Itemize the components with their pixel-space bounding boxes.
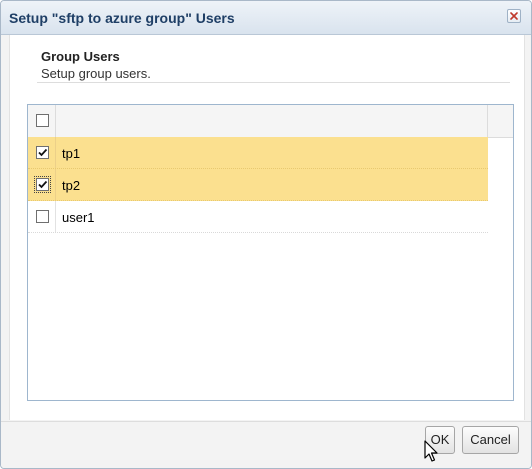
user-name: tp2: [62, 178, 81, 193]
section-divider: [37, 82, 510, 83]
user-checkbox[interactable]: [34, 176, 51, 193]
user-checkbox[interactable]: [36, 146, 49, 159]
user-name: user1: [62, 210, 95, 225]
setup-users-dialog: Setup "sftp to azure group" Users Group …: [0, 0, 532, 469]
user-row[interactable]: user1: [28, 201, 488, 233]
row-check-cell: [28, 169, 56, 200]
dialog-footer: OK Cancel: [1, 421, 531, 468]
section-subtitle: Setup group users.: [41, 66, 151, 81]
section-title: Group Users: [41, 49, 120, 64]
checkmark-icon: [38, 148, 48, 157]
cancel-button[interactable]: Cancel: [462, 426, 519, 454]
header-column-divider: [487, 105, 488, 137]
checkmark-icon: [38, 180, 48, 189]
users-grid: tp1 tp2 user1: [27, 104, 514, 401]
close-button[interactable]: [507, 9, 521, 23]
row-check-cell: [28, 137, 56, 168]
user-name: tp1: [62, 146, 81, 161]
row-check-cell: [28, 201, 56, 232]
user-row[interactable]: tp2: [28, 169, 488, 201]
header-check-cell: [28, 105, 56, 137]
grid-header: [28, 105, 513, 138]
close-x-icon: [510, 12, 518, 20]
mouse-pointer-icon: [424, 440, 438, 462]
select-all-checkbox[interactable]: [36, 114, 49, 127]
dialog-content: Group Users Setup group users. tp1 tp2 use…: [9, 35, 525, 420]
dialog-titlebar[interactable]: Setup "sftp to azure group" Users: [1, 1, 531, 35]
user-checkbox[interactable]: [36, 210, 49, 223]
user-row[interactable]: tp1: [28, 137, 488, 169]
dialog-title: Setup "sftp to azure group" Users: [9, 10, 235, 26]
